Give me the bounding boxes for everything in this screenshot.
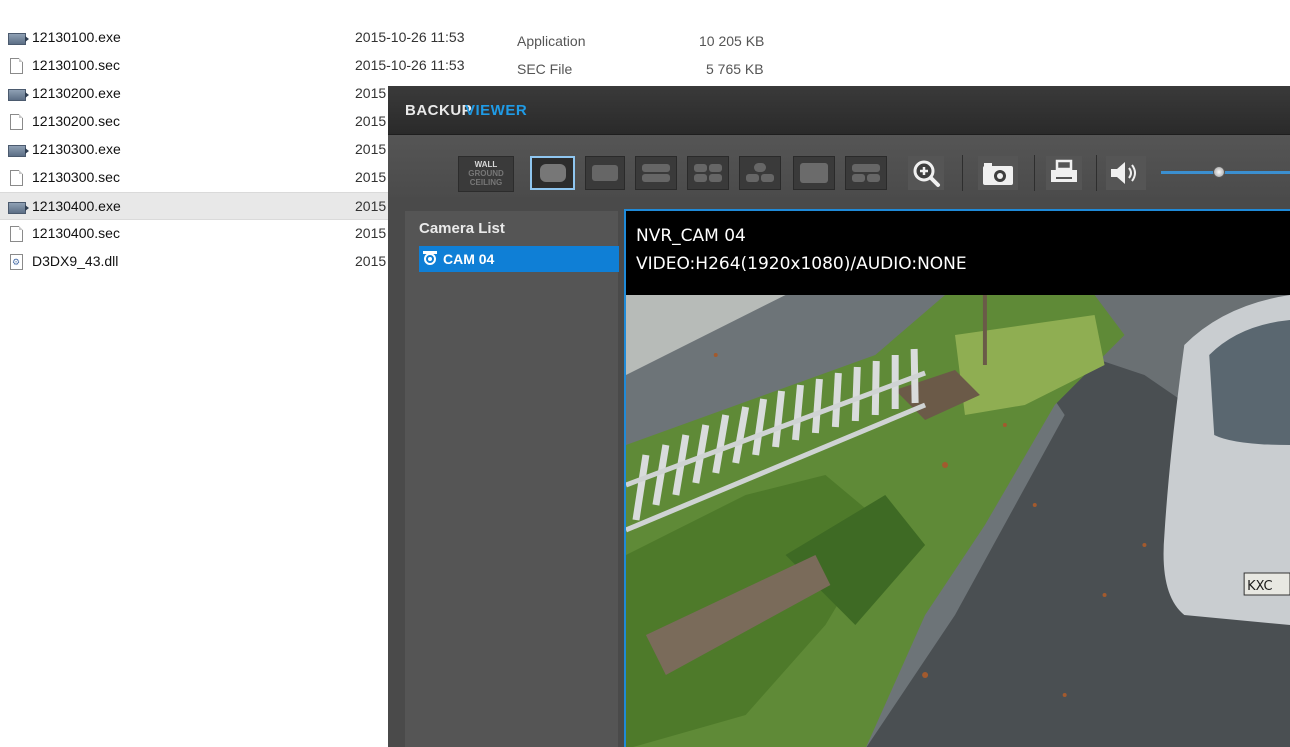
mute-button[interactable] xyxy=(1106,156,1146,190)
video-info-overlay: NVR_CAM 04 VIDEO:H264(1920x1080)/AUDIO:N… xyxy=(626,211,1290,295)
double-panorama-icon xyxy=(642,164,670,172)
document-file-icon xyxy=(10,170,23,186)
camera-item-icon xyxy=(422,249,438,269)
viewer-toolbar: WALL GROUND CEILING xyxy=(388,135,1290,197)
snapshot-camera-icon xyxy=(983,163,1013,185)
view-double-panorama-button[interactable] xyxy=(635,156,677,190)
mode-ceiling: CEILING xyxy=(469,178,503,187)
file-date: 2015-10-26 11:53 xyxy=(355,29,465,45)
file-date: 2015 xyxy=(355,198,387,214)
file-row[interactable]: 12130200.exe 2015 xyxy=(0,80,400,108)
toolbar-separator xyxy=(1034,155,1035,191)
application-file-icon xyxy=(8,145,29,157)
file-date: 2015 xyxy=(355,85,387,101)
file-row[interactable]: ⚙ D3DX9_43.dll 2015 xyxy=(0,248,400,276)
file-row[interactable]: 12130200.sec 2015 xyxy=(0,108,400,136)
file-type-cell: SEC File xyxy=(517,61,573,77)
application-file-icon xyxy=(8,202,29,214)
print-button[interactable] xyxy=(1046,156,1082,190)
video-codec-info: VIDEO:H264(1920x1080)/AUDIO:NONE xyxy=(636,254,967,274)
speaker-icon xyxy=(1111,162,1136,184)
split-view-icon xyxy=(852,164,880,172)
viewer-title: BACKUP xyxy=(405,102,473,119)
file-type-cell: Application xyxy=(517,33,586,49)
view-fisheye-quad-button[interactable] xyxy=(739,156,781,190)
file-name: D3DX9_43.dll xyxy=(32,253,119,269)
toolbar-separator xyxy=(962,155,963,191)
single-view-icon xyxy=(800,163,828,183)
file-name: 12130300.exe xyxy=(32,141,121,157)
viewer-titlebar[interactable]: BACKUP VIEWER xyxy=(388,86,1290,135)
document-file-icon xyxy=(10,226,23,242)
file-row[interactable]: 12130400.sec 2015 xyxy=(0,220,400,248)
video-display[interactable]: NVR_CAM 04 VIDEO:H264(1920x1080)/AUDIO:N… xyxy=(624,209,1290,747)
application-file-icon xyxy=(8,89,29,101)
panorama-view-icon xyxy=(592,165,618,181)
camera-list-title: Camera List xyxy=(419,220,505,237)
zoom-in-icon xyxy=(913,160,940,187)
view-quad-button[interactable] xyxy=(687,156,729,190)
file-name: 12130100.exe xyxy=(32,29,121,45)
camera-list-item[interactable]: CAM 04 xyxy=(419,246,619,272)
document-file-icon xyxy=(10,114,23,130)
file-row[interactable]: 12130400.exe 2015 xyxy=(0,192,400,220)
view-single-button[interactable] xyxy=(793,156,835,190)
file-row[interactable]: 12130100.sec 2015-10-26 11:53 xyxy=(0,52,465,80)
camera-list-panel: Camera List CAM 04 xyxy=(405,211,619,747)
file-name: 12130200.sec xyxy=(32,113,120,129)
file-date: 2015 xyxy=(355,253,387,269)
video-frame: KXC xyxy=(626,295,1290,747)
dll-file-icon: ⚙ xyxy=(10,254,23,270)
license-plate-text: KXC xyxy=(1247,579,1272,594)
volume-slider-track[interactable] xyxy=(1161,171,1290,174)
file-date: 2015 xyxy=(355,141,387,157)
file-date: 2015 xyxy=(355,169,387,185)
document-file-icon xyxy=(10,58,23,74)
fisheye-view-icon xyxy=(540,164,566,182)
file-row[interactable]: 12130100.exe 2015-10-26 11:53 xyxy=(0,24,465,52)
mode-wall: WALL xyxy=(474,160,498,169)
view-fisheye-button[interactable] xyxy=(530,156,575,190)
file-name: 12130200.exe xyxy=(32,85,121,101)
file-date: 2015 xyxy=(355,113,387,129)
view-panorama-button[interactable] xyxy=(585,156,625,190)
file-date: 2015 xyxy=(355,225,387,241)
quad-view-icon xyxy=(694,164,707,172)
file-date: 2015-10-26 11:53 xyxy=(355,57,465,73)
file-size-cell: 5 765 KB xyxy=(706,61,764,77)
file-name: 12130300.sec xyxy=(32,169,120,185)
viewer-title-accent: VIEWER xyxy=(465,102,528,119)
zoom-in-button[interactable] xyxy=(908,156,944,190)
snapshot-button[interactable] xyxy=(978,156,1018,190)
toolbar-separator xyxy=(1096,155,1097,191)
application-file-icon xyxy=(8,33,29,45)
video-camera-name: NVR_CAM 04 xyxy=(636,226,746,246)
file-row[interactable]: 12130300.exe 2015 xyxy=(0,136,400,164)
mode-ground: GROUND xyxy=(468,169,504,178)
file-name: 12130400.exe xyxy=(32,198,121,214)
camera-item-label: CAM 04 xyxy=(443,251,495,267)
backup-viewer-window: BACKUP VIEWER WALL GROUND CEILING Camera… xyxy=(388,86,1290,747)
file-size-cell: 10 205 KB xyxy=(699,33,765,49)
fisheye-quad-icon xyxy=(754,163,766,172)
file-row[interactable]: 12130300.sec 2015 xyxy=(0,164,400,192)
print-icon xyxy=(1051,159,1077,182)
file-name: 12130100.sec xyxy=(32,57,120,73)
mount-mode-selector[interactable]: WALL GROUND CEILING xyxy=(458,156,514,192)
volume-slider-handle[interactable] xyxy=(1213,166,1226,178)
file-name: 12130400.sec xyxy=(32,225,120,241)
view-split-button[interactable] xyxy=(845,156,887,190)
